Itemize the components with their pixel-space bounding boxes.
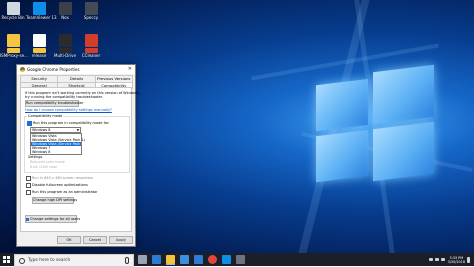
change-settings-all-users-button[interactable]: Change settings for all users	[25, 215, 81, 223]
high-dpi-button[interactable]: Change high DPI settings	[32, 197, 77, 204]
compat-mode-title: Compatibility mode	[27, 114, 64, 118]
reduced-color-label: Reduced color mode	[30, 160, 65, 164]
fullscreen-optimizations-label: Disable fullscreen optimizations	[32, 183, 88, 187]
system-tray: 3:33 PM 3/30/2018	[427, 253, 470, 266]
nox-icon	[58, 2, 72, 15]
desktop-icon-document[interactable]	[26, 34, 52, 48]
cancel-button[interactable]: Cancel	[83, 236, 107, 244]
compat-mode-dropdown[interactable]: Windows Vista Windows Vista (Service Pac…	[30, 133, 85, 155]
tab-security[interactable]: Security	[20, 75, 59, 82]
desktop-icon-release[interactable]: release	[26, 48, 52, 58]
windows-logo-icon	[3, 256, 6, 259]
task-view-icon[interactable]	[138, 255, 147, 264]
chrome-icon[interactable]	[208, 255, 217, 264]
app-icon[interactable]	[236, 255, 245, 264]
folder-icon	[6, 34, 20, 47]
search-box[interactable]: Type here to search	[14, 254, 134, 267]
volume-icon[interactable]	[440, 258, 445, 261]
run-as-admin-label: Run this program as an administrator	[32, 190, 98, 194]
fullscreen-optimizations-checkbox[interactable]	[26, 183, 31, 188]
dialog-titlebar[interactable]: Google Chrome Properties ✕	[17, 65, 135, 74]
resolution-label: Run in 640 x 480 screen resolution	[32, 176, 94, 180]
search-placeholder: Type here to search	[28, 258, 71, 263]
run-as-admin-checkbox[interactable]	[26, 190, 31, 195]
chrome-icon	[20, 67, 25, 72]
apply-button[interactable]: Apply	[109, 236, 133, 244]
speccy-icon	[84, 2, 98, 15]
mail-icon[interactable]	[194, 255, 203, 264]
compat-mode-label: Run this program in compatibility mode f…	[33, 121, 110, 125]
desktop-icon-ccleaner-2[interactable]: CCleaner	[78, 48, 104, 58]
search-icon	[19, 257, 25, 264]
store-icon[interactable]	[180, 255, 189, 264]
edge-icon[interactable]	[152, 255, 161, 264]
dialog-title: Google Chrome Properties	[27, 67, 80, 72]
ccleaner-icon	[84, 34, 98, 47]
desktop-icon-recycle-bin[interactable]: Recycle Bin	[0, 2, 26, 20]
tab-previous-versions[interactable]: Previous Versions	[94, 75, 133, 82]
taskbar: Type here to search 3:33 PM 3/30/2018	[0, 253, 474, 267]
properties-dialog: Google Chrome Properties ✕ Security Deta…	[16, 64, 140, 247]
clock-date: 3/30/2018	[447, 259, 465, 264]
tab-details[interactable]: Details	[57, 75, 96, 82]
compat-mode-group: Compatibility mode Run this program in c…	[24, 114, 130, 173]
all-users-label: Change settings for all users	[30, 217, 81, 221]
resolution-checkbox[interactable]	[26, 176, 31, 181]
teamviewer-icon	[32, 2, 46, 15]
shield-icon	[26, 217, 29, 221]
compat-mode-checkbox[interactable]	[27, 121, 32, 126]
desktop-icon-ccleaner[interactable]	[78, 34, 104, 48]
chevron-down-icon: ▼	[76, 128, 79, 132]
compatibility-panel: If this program isn't working correctly …	[20, 87, 140, 232]
desktop-icon-ismproxy[interactable]: ISMProxy-se...	[0, 48, 28, 58]
settings-title: Settings	[27, 155, 44, 159]
desktop-icon-nox[interactable]: Nox	[52, 2, 78, 20]
manual-settings-link[interactable]: How do I choose compatibility settings m…	[25, 108, 112, 112]
close-icon[interactable]: ✕	[128, 66, 132, 72]
start-button[interactable]	[3, 256, 10, 263]
notifications-icon[interactable]	[467, 256, 470, 263]
multidrive-icon	[58, 34, 72, 47]
run-troubleshooter-button[interactable]: Run compatibility troubleshooter	[25, 100, 83, 107]
option-windows-8[interactable]: Windows 8	[31, 150, 81, 154]
desktop-icon-folder[interactable]	[0, 34, 26, 48]
desktop-icon-multidrive[interactable]	[52, 34, 78, 48]
recycle-bin-icon	[6, 2, 20, 15]
microphone-icon[interactable]	[125, 257, 129, 264]
document-icon	[32, 34, 46, 47]
windows-logo	[316, 64, 434, 191]
intro-text-2: try running the compatibility troublesho…	[25, 95, 103, 99]
teamviewer-icon[interactable]	[222, 255, 231, 264]
color-depth-select: 8-bit (256) color	[30, 165, 58, 169]
active-indicator	[166, 264, 175, 265]
clock[interactable]: 3:33 PM 3/30/2018	[448, 256, 465, 264]
chevron-up-icon[interactable]	[428, 258, 433, 261]
compat-select-value: Windows 8	[32, 128, 51, 132]
ok-button[interactable]: OK	[57, 236, 81, 244]
desktop-icon-speccy[interactable]: Speccy	[78, 2, 104, 20]
clock-time: 3:33 PM	[449, 255, 464, 260]
desktop-icon-teamviewer[interactable]: TeamViewer 13	[26, 2, 57, 20]
network-icon[interactable]	[434, 258, 439, 261]
file-explorer-icon[interactable]	[166, 255, 175, 264]
desktop-icon-multi-drive[interactable]: Multi-Drive	[52, 48, 78, 58]
